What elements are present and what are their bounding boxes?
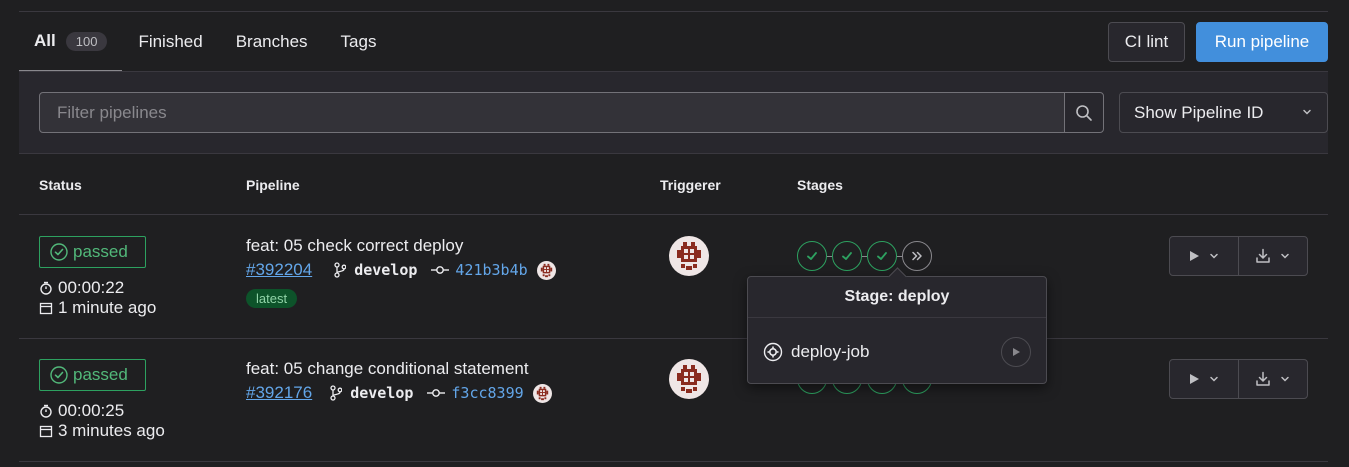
pipeline-meta: #392204 develop 421b3b4b — [246, 260, 556, 280]
finished-value: 3 minutes ago — [58, 421, 165, 440]
chevron-down-icon — [1210, 376, 1218, 382]
timer-icon — [40, 281, 52, 295]
play-icon — [1190, 374, 1199, 384]
header-pipeline: Pipeline — [246, 177, 300, 193]
tab-all[interactable]: All 100 — [19, 12, 123, 72]
pipelines-page: All 100 Finished Branches Tags CI lint R… — [19, 0, 1328, 467]
stage-success-icon[interactable] — [832, 241, 862, 271]
pipeline-actions — [1169, 236, 1308, 276]
branch-icon — [334, 262, 347, 278]
calendar-icon — [39, 425, 53, 438]
chevron-down-icon — [1281, 253, 1289, 259]
download-artifacts-dropdown[interactable] — [1238, 237, 1307, 275]
header-triggerer: Triggerer — [660, 177, 721, 193]
duration-value: 00:00:25 — [58, 401, 125, 420]
tab-tags-label: Tags — [340, 32, 377, 51]
download-icon — [1256, 248, 1270, 263]
stage-popover: Stage: deploy deploy-job — [747, 276, 1047, 384]
commit-icon — [427, 389, 446, 397]
timer-icon — [40, 404, 52, 418]
commit-sha[interactable]: 421b3b4b — [455, 261, 527, 279]
finished-value: 1 minute ago — [58, 298, 157, 317]
play-icon — [1190, 251, 1199, 261]
finished-time: 3 minutes ago — [39, 421, 165, 441]
ci-lint-button[interactable]: CI lint — [1108, 22, 1185, 62]
search-icon — [1076, 104, 1092, 121]
header-stages: Stages — [797, 177, 843, 193]
duration-value: 00:00:22 — [58, 278, 125, 297]
status-success-icon — [50, 243, 68, 261]
run-manual-job-dropdown[interactable] — [1170, 237, 1238, 275]
tab-branches[interactable]: Branches — [221, 12, 326, 72]
commit-icon — [431, 266, 450, 274]
pipeline-actions — [1169, 359, 1308, 399]
pipeline-id-link[interactable]: #392176 — [246, 383, 312, 403]
author-avatar[interactable] — [533, 384, 552, 403]
tab-tags[interactable]: Tags — [326, 12, 395, 72]
stage-skipped-icon[interactable] — [902, 241, 932, 271]
search-button[interactable] — [1064, 92, 1104, 133]
calendar-icon — [39, 302, 53, 315]
author-avatar[interactable] — [537, 261, 556, 280]
chevron-down-icon — [1303, 109, 1311, 115]
tab-all-label: All — [34, 31, 56, 50]
table-row: passed 00:00:25 3 minutes ago feat: 05 c… — [19, 339, 1328, 462]
download-icon — [1256, 371, 1270, 386]
status-manual-gear-icon — [763, 342, 783, 362]
tab-branches-label: Branches — [235, 32, 308, 51]
duration: 00:00:22 — [39, 278, 124, 298]
table-row: passed 00:00:22 1 minute ago feat: 05 ch… — [19, 216, 1328, 339]
chevron-down-icon — [1210, 253, 1218, 259]
tab-finished-label: Finished — [138, 32, 203, 51]
pipeline-meta: #392176 develop f3cc8399 — [246, 383, 552, 403]
status-badge[interactable]: passed — [39, 359, 146, 391]
branch-name[interactable]: develop — [350, 384, 413, 402]
status-badge[interactable]: passed — [39, 236, 146, 268]
branch-icon — [330, 385, 343, 401]
play-icon — [1013, 348, 1020, 356]
duration: 00:00:25 — [39, 401, 124, 421]
pipeline-title[interactable]: feat: 05 change conditional statement — [246, 359, 529, 379]
dropdown-label: Show Pipeline ID — [1134, 102, 1264, 122]
tab-finished[interactable]: Finished — [122, 12, 220, 72]
status-success-icon — [50, 366, 68, 384]
stage-success-icon[interactable] — [867, 241, 897, 271]
pipeline-stages — [797, 241, 932, 271]
popover-title: Stage: deploy — [748, 277, 1046, 318]
job-name: deploy-job — [791, 342, 870, 361]
pipeline-id-link[interactable]: #392204 — [246, 260, 312, 280]
run-pipeline-button[interactable]: Run pipeline — [1196, 22, 1328, 62]
triggerer-avatar[interactable] — [669, 359, 709, 399]
triggerer-avatar[interactable] — [669, 236, 709, 276]
finished-time: 1 minute ago — [39, 298, 156, 318]
header-status: Status — [39, 177, 82, 193]
tab-all-count: 100 — [65, 31, 108, 51]
show-pipeline-id-dropdown[interactable]: Show Pipeline ID — [1119, 92, 1328, 133]
filter-pipelines-input[interactable]: Filter pipelines — [39, 92, 1065, 133]
job-item[interactable]: deploy-job — [763, 337, 1031, 367]
status-label: passed — [73, 242, 128, 261]
commit-sha[interactable]: f3cc8399 — [451, 384, 523, 402]
run-manual-job-dropdown[interactable] — [1170, 360, 1238, 398]
run-job-button[interactable] — [1001, 337, 1031, 367]
table-header: Status Pipeline Triggerer Stages — [19, 155, 1328, 215]
status-label: passed — [73, 365, 128, 384]
filter-bar: Filter pipelines Show Pipeline ID — [19, 72, 1328, 154]
stage-success-icon[interactable] — [797, 241, 827, 271]
pipeline-title[interactable]: feat: 05 check correct deploy — [246, 236, 463, 256]
latest-badge: latest — [246, 289, 298, 308]
chevron-down-icon — [1281, 376, 1289, 382]
branch-name[interactable]: develop — [354, 261, 417, 279]
pipeline-tabs: All 100 Finished Branches Tags — [19, 12, 394, 72]
download-artifacts-dropdown[interactable] — [1238, 360, 1307, 398]
